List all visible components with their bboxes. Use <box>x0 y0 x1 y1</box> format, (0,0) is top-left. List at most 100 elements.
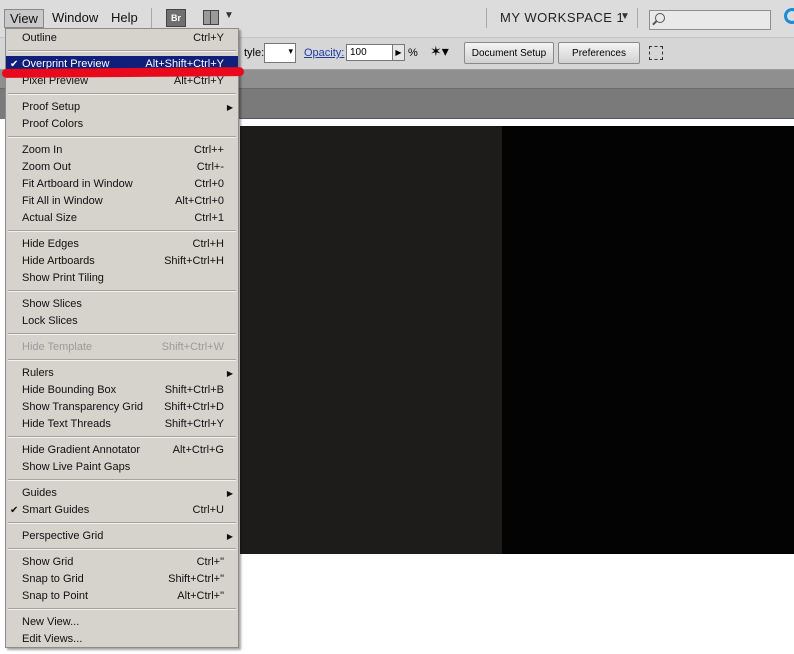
menu-item-shortcut: Shift+Ctrl+" <box>168 573 224 585</box>
document-setup-button[interactable]: Document Setup <box>464 42 554 64</box>
menu-separator <box>8 50 236 52</box>
submenu-arrow-icon: ▶ <box>226 369 233 378</box>
menu-item-edit-views[interactable]: Edit Views... <box>6 631 238 648</box>
menu-item-shortcut: Ctrl++ <box>194 144 224 156</box>
menu-item-zoom-out[interactable]: Zoom Out Ctrl+- <box>6 159 238 176</box>
menu-item-actual-size[interactable]: Actual Size Ctrl+1 <box>6 210 238 227</box>
artwork-dark-panel[interactable] <box>240 126 502 554</box>
cs-live-icon[interactable] <box>784 8 794 24</box>
menu-item-label: Snap to Grid <box>22 573 84 585</box>
menu-item-label: Hide Artboards <box>22 255 95 267</box>
artboard-lower[interactable] <box>240 554 794 654</box>
preferences-button[interactable]: Preferences <box>558 42 640 64</box>
menu-item-fit-all[interactable]: Fit All in Window Alt+Ctrl+0 <box>6 193 238 210</box>
menu-item-label: Hide Template <box>22 341 93 353</box>
menu-item-shortcut: Shift+Ctrl+H <box>164 255 224 267</box>
menu-separator <box>8 230 236 232</box>
menu-separator <box>8 522 236 524</box>
menu-item-outline[interactable]: Outline Ctrl+Y <box>6 30 238 47</box>
chevron-down-icon[interactable]: ▼ <box>224 10 234 21</box>
menu-item-label: Show Print Tiling <box>22 272 104 284</box>
percent-label: % <box>408 47 418 59</box>
workspace-dropdown-icon[interactable]: ▼ <box>620 11 630 22</box>
menu-item-hide-text-threads[interactable]: Hide Text Threads Shift+Ctrl+Y <box>6 416 238 433</box>
menu-item-shortcut: Ctrl+U <box>192 504 224 516</box>
menu-item-shortcut: Ctrl+" <box>196 556 224 568</box>
menu-item-label: Outline <box>22 32 57 44</box>
menu-item-smart-guides[interactable]: ✔ Smart Guides Ctrl+U <box>6 502 238 519</box>
menu-item-label: Perspective Grid <box>22 530 104 542</box>
menu-item-show-slices[interactable]: Show Slices <box>6 296 238 313</box>
menu-item-label: Show Slices <box>22 298 82 310</box>
menu-item-label: Proof Setup <box>22 101 81 113</box>
menu-item-label: Smart Guides <box>22 504 90 516</box>
menubar-divider <box>637 8 638 28</box>
menu-item-label: Show Transparency Grid <box>22 401 144 413</box>
submenu-arrow-icon: ▶ <box>226 103 233 112</box>
opacity-slider-arrow-icon[interactable]: ▶ <box>392 44 405 61</box>
menu-item-proof-setup[interactable]: Proof Setup ▶ <box>6 99 238 116</box>
menu-item-shortcut: Ctrl+0 <box>194 178 224 190</box>
menu-item-shortcut: Alt+Ctrl+G <box>172 444 224 456</box>
menu-item-label: New View... <box>22 616 80 628</box>
menu-item-guides[interactable]: Guides ▶ <box>6 485 238 502</box>
menu-item-shortcut: Shift+Ctrl+B <box>164 384 224 396</box>
menu-item-hide-bounding-box[interactable]: Hide Bounding Box Shift+Ctrl+B <box>6 382 238 399</box>
menu-separator <box>8 479 236 481</box>
menu-separator <box>8 436 236 438</box>
menu-item-label: Guides <box>22 487 57 499</box>
menu-item-label: Actual Size <box>22 212 78 224</box>
search-input[interactable] <box>649 10 771 30</box>
menu-view[interactable]: View <box>4 9 44 28</box>
menubar-divider <box>486 8 487 28</box>
menu-separator <box>8 359 236 361</box>
menu-item-shortcut: Alt+Ctrl+0 <box>175 195 224 207</box>
style-label: tyle: <box>244 47 265 59</box>
artboard-edge <box>240 118 794 119</box>
menu-item-snap-to-point[interactable]: Snap to Point Alt+Ctrl+" <box>6 588 238 605</box>
menu-item-show-transparency-grid[interactable]: Show Transparency Grid Shift+Ctrl+D <box>6 399 238 416</box>
menu-item-label: Fit All in Window <box>22 195 103 207</box>
menu-item-shortcut: Shift+Ctrl+Y <box>164 418 224 430</box>
checkmark-icon: ✔ <box>10 505 19 516</box>
menu-item-shortcut: Ctrl+Y <box>193 32 224 44</box>
artwork-black-panel[interactable] <box>502 126 794 554</box>
menu-item-show-live-paint-gaps[interactable]: Show Live Paint Gaps <box>6 459 238 476</box>
search-icon <box>655 13 665 23</box>
menu-item-shortcut: Ctrl+1 <box>194 212 224 224</box>
menu-item-hide-artboards[interactable]: Hide Artboards Shift+Ctrl+H <box>6 253 238 270</box>
opacity-input[interactable]: 100 <box>346 44 395 61</box>
menu-item-zoom-in[interactable]: Zoom In Ctrl++ <box>6 142 238 159</box>
menu-item-proof-colors[interactable]: Proof Colors <box>6 116 238 133</box>
menu-item-lock-slices[interactable]: Lock Slices <box>6 313 238 330</box>
menu-separator <box>8 290 236 292</box>
arrange-documents-icon[interactable] <box>649 46 663 60</box>
menu-separator <box>8 548 236 550</box>
menu-window[interactable]: Window <box>52 10 98 25</box>
workspace-switcher-icon[interactable] <box>203 10 219 25</box>
menu-item-label: Fit Artboard in Window <box>22 178 133 190</box>
menu-item-label: Rulers <box>22 367 54 379</box>
menu-item-label: Snap to Point <box>22 590 89 602</box>
menu-item-label: Edit Views... <box>22 633 83 645</box>
magic-wand-icon[interactable]: ✶▾ <box>430 43 456 63</box>
workspace-switcher[interactable]: MY WORKSPACE 1 <box>500 10 624 25</box>
menu-item-label: Proof Colors <box>22 118 84 130</box>
menu-item-hide-gradient-annotator[interactable]: Hide Gradient Annotator Alt+Ctrl+G <box>6 442 238 459</box>
menu-separator <box>8 608 236 610</box>
menu-item-perspective-grid[interactable]: Perspective Grid ▶ <box>6 528 238 545</box>
menu-item-hide-edges[interactable]: Hide Edges Ctrl+H <box>6 236 238 253</box>
menu-item-fit-artboard[interactable]: Fit Artboard in Window Ctrl+0 <box>6 176 238 193</box>
menu-item-show-print-tiling[interactable]: Show Print Tiling <box>6 270 238 287</box>
menu-item-snap-to-grid[interactable]: Snap to Grid Shift+Ctrl+" <box>6 571 238 588</box>
menu-item-new-view[interactable]: New View... <box>6 614 238 631</box>
menu-help[interactable]: Help <box>111 10 138 25</box>
submenu-arrow-icon: ▶ <box>226 532 233 541</box>
opacity-label[interactable]: Opacity: <box>304 47 344 59</box>
menu-item-show-grid[interactable]: Show Grid Ctrl+" <box>6 554 238 571</box>
graphic-style-picker[interactable] <box>264 43 296 63</box>
menu-item-label: Lock Slices <box>22 315 78 327</box>
bridge-button[interactable]: Br <box>166 9 186 27</box>
menu-separator <box>8 93 236 95</box>
menu-item-rulers[interactable]: Rulers ▶ <box>6 365 238 382</box>
